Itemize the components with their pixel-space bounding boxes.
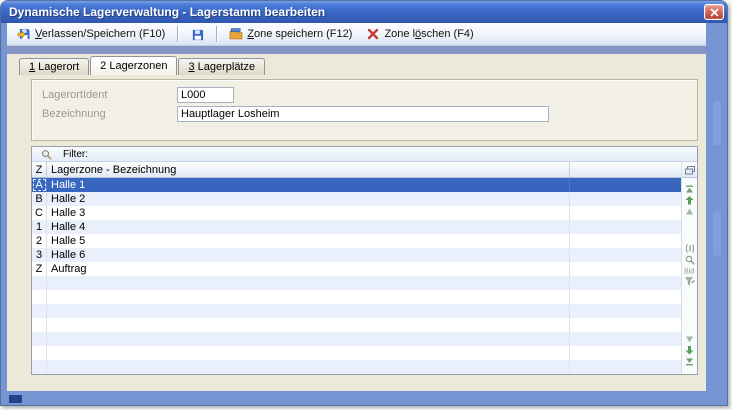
grid-navigator: Bld <box>681 162 697 374</box>
column-header-empty[interactable] <box>570 162 681 177</box>
empty-row[interactable] <box>32 290 681 304</box>
table-row[interactable]: Z Auftrag <box>32 262 681 276</box>
table-row[interactable]: 2 Halle 5 <box>32 234 681 248</box>
next-row-icon[interactable] <box>683 334 697 345</box>
table-row[interactable]: A Halle 1 <box>32 178 681 192</box>
empty-row[interactable] <box>32 332 681 346</box>
cell-zone-code[interactable]: 2 <box>32 234 47 248</box>
filter-bar[interactable]: Filter: <box>32 147 697 162</box>
close-icon <box>710 8 719 17</box>
grid-header: Z Lagerzone - Bezeichnung <box>32 162 681 178</box>
window-title: Dynamische Lagerverwaltung - Lagerstamm … <box>9 5 325 19</box>
svg-text:Bld: Bld <box>684 269 694 276</box>
verlassen-speichern-button[interactable]: Verlassen/Speichern (F10) <box>11 24 171 44</box>
cell-empty[interactable] <box>570 234 681 248</box>
empty-row[interactable] <box>32 304 681 318</box>
cell-zone-code[interactable]: 3 <box>32 248 47 262</box>
goto-last-icon[interactable] <box>683 356 697 367</box>
toolbar-separator <box>216 26 217 42</box>
insert-icon[interactable] <box>683 243 697 254</box>
tab-strip: 1 Lagerort 2 Lagerzonen 3 Lagerplätze <box>19 56 266 75</box>
empty-row[interactable] <box>32 318 681 332</box>
column-header-z[interactable]: Z <box>32 162 47 177</box>
column-header-bezeichnung[interactable]: Lagerzone - Bezeichnung <box>47 162 570 177</box>
cell-zone-code[interactable]: 1 <box>32 220 47 234</box>
client-area: 1 Lagerort 2 Lagerzonen 3 Lagerplätze La… <box>7 54 706 391</box>
cell-empty[interactable] <box>570 206 681 220</box>
empty-row[interactable] <box>32 346 681 360</box>
bookmark-icon[interactable]: Bld <box>683 265 697 276</box>
cell-empty[interactable] <box>570 192 681 206</box>
resize-grip[interactable] <box>9 395 22 403</box>
bezeichnung-field[interactable] <box>177 106 549 122</box>
zone-speichern-button[interactable]: Zone speichern (F12) <box>223 24 358 44</box>
page-up-icon[interactable] <box>683 195 697 206</box>
screen: Dynamische Lagerverwaltung - Lagerstamm … <box>0 0 732 410</box>
bezeichnung-label: Bezeichnung <box>42 108 177 120</box>
save-icon <box>190 27 204 41</box>
cell-empty[interactable] <box>570 262 681 276</box>
window-border-segment <box>713 211 721 256</box>
folder-save-icon <box>229 27 243 41</box>
cell-zone-name[interactable]: Halle 6 <box>47 248 570 262</box>
titlebar[interactable]: Dynamische Lagerverwaltung - Lagerstamm … <box>1 1 727 23</box>
search-icon[interactable] <box>683 254 697 265</box>
cell-zone-name[interactable]: Halle 2 <box>47 192 570 206</box>
close-button[interactable] <box>704 4 724 20</box>
cell-zone-name[interactable]: Halle 3 <box>47 206 570 220</box>
table-row[interactable]: C Halle 3 <box>32 206 681 220</box>
cell-empty[interactable] <box>570 248 681 262</box>
save-exit-icon <box>17 27 31 41</box>
table-row[interactable]: 1 Halle 4 <box>32 220 681 234</box>
search-icon <box>39 147 53 161</box>
lagerzonen-grid: Filter: Z Lagerzone - Bezeichnung A Hall <box>31 146 698 375</box>
lagerortident-field[interactable] <box>177 87 234 103</box>
grid-rows: A Halle 1 B Halle 2 C Hall <box>32 178 681 374</box>
button-label: Zone speichern (F12) <box>247 28 352 40</box>
filter-label: Filter: <box>63 149 88 160</box>
cell-zone-name[interactable]: Auftrag <box>47 262 570 276</box>
cell-zone-code[interactable]: B <box>32 192 47 206</box>
button-label: Verlassen/Speichern (F10) <box>35 28 165 40</box>
toolbar-dock-band <box>7 46 706 54</box>
table-row[interactable]: 3 Halle 6 <box>32 248 681 262</box>
cell-empty[interactable] <box>570 220 681 234</box>
speichern-button[interactable] <box>184 24 210 44</box>
cell-zone-name[interactable]: Halle 4 <box>47 220 570 234</box>
tab-lagerplaetze[interactable]: 3 Lagerplätze <box>178 58 265 75</box>
delete-x-icon <box>366 27 380 41</box>
cell-zone-code[interactable]: Z <box>32 262 47 276</box>
prev-row-icon[interactable] <box>683 206 697 217</box>
table-row[interactable]: B Halle 2 <box>32 192 681 206</box>
tab-lagerzonen[interactable]: 2 Lagerzonen <box>90 56 177 75</box>
main-toolbar: Verlassen/Speichern (F10) <box>7 23 706 46</box>
app-window: Dynamische Lagerverwaltung - Lagerstamm … <box>0 0 728 406</box>
goto-first-icon[interactable] <box>683 184 697 195</box>
window-border-segment <box>713 101 721 146</box>
lagerort-panel: LagerortIdent Bezeichnung <box>31 79 698 141</box>
field-chooser-icon[interactable] <box>682 163 698 178</box>
cell-zone-code[interactable]: C <box>32 206 47 220</box>
lagerortident-label: LagerortIdent <box>42 89 177 101</box>
cell-zone-code[interactable]: A <box>32 178 47 192</box>
zone-loeschen-button[interactable]: Zone löschen (F4) <box>360 24 479 44</box>
empty-row[interactable] <box>32 276 681 290</box>
button-label: Zone löschen (F4) <box>384 28 473 40</box>
toolbar-separator <box>177 26 178 42</box>
page-down-icon[interactable] <box>683 345 697 356</box>
cell-zone-name[interactable]: Halle 5 <box>47 234 570 248</box>
filter-icon[interactable] <box>683 276 697 287</box>
cell-zone-name[interactable]: Halle 1 <box>47 178 570 192</box>
tab-lagerort[interactable]: 1 Lagerort <box>19 58 89 75</box>
cell-empty[interactable] <box>570 178 681 192</box>
empty-row[interactable] <box>32 360 681 374</box>
